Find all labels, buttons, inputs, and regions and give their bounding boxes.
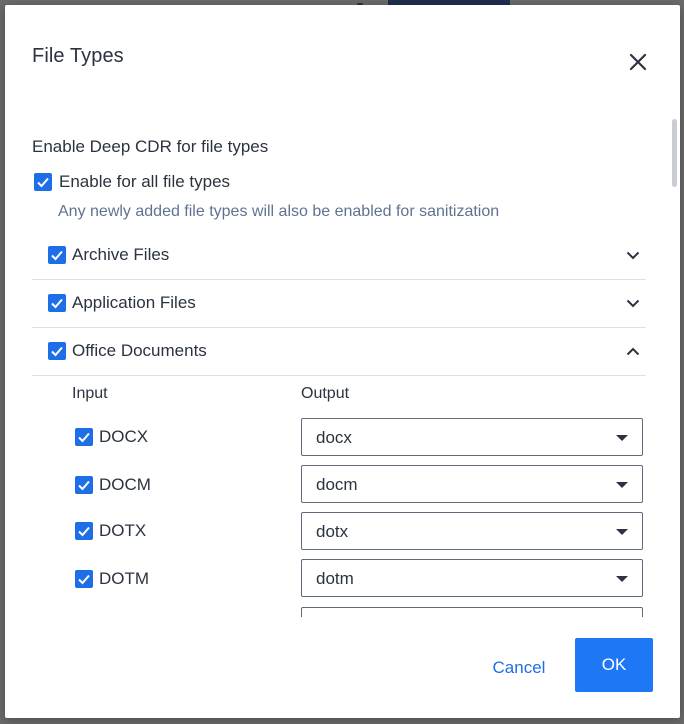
file-type-row[interactable]: DOCM xyxy=(75,475,151,495)
file-types-dialog: File Types Enable Deep CDR for file type… xyxy=(5,5,680,718)
group-checkbox[interactable] xyxy=(48,342,66,360)
dropdown-caret-icon xyxy=(616,482,628,488)
group-checkbox[interactable] xyxy=(48,294,66,312)
file-type-checkbox[interactable] xyxy=(75,570,93,588)
select-value: docx xyxy=(316,428,352,447)
output-format-select[interactable]: docm xyxy=(301,465,643,503)
enable-all-checkbox[interactable] xyxy=(34,173,52,191)
section-title: Enable Deep CDR for file types xyxy=(32,137,269,156)
file-type-row[interactable]: DOTM xyxy=(75,569,149,589)
file-type-row[interactable]: DOCX xyxy=(75,427,148,447)
file-type-checkbox[interactable] xyxy=(75,476,93,494)
file-type-label: DOCM xyxy=(99,475,151,494)
output-format-select[interactable]: dotm xyxy=(301,559,643,597)
output-format-select-partial[interactable] xyxy=(301,607,643,617)
checkmark-icon xyxy=(51,250,63,261)
checkmark-icon xyxy=(51,346,63,357)
select-value: docm xyxy=(316,475,358,494)
checkmark-icon xyxy=(78,432,90,443)
file-type-checkbox[interactable] xyxy=(75,428,93,446)
close-icon xyxy=(629,53,647,71)
chevron-down-icon[interactable] xyxy=(624,294,642,312)
ok-button[interactable]: OK xyxy=(575,638,653,692)
output-column-header: Output xyxy=(301,385,350,402)
select-value: dotm xyxy=(316,569,354,588)
checkmark-icon xyxy=(78,574,90,585)
checkmark-icon xyxy=(78,480,90,491)
dialog-title: File Types xyxy=(32,45,124,67)
group-label: Archive Files xyxy=(72,245,170,264)
output-format-select[interactable]: docx xyxy=(301,418,643,456)
checkmark-icon xyxy=(37,177,49,188)
checkmark-icon xyxy=(51,298,63,309)
enable-all-row[interactable]: Enable for all file types xyxy=(34,172,230,192)
cancel-button[interactable]: Cancel xyxy=(461,642,577,694)
close-button[interactable] xyxy=(623,47,653,77)
chevron-up-icon[interactable] xyxy=(624,342,642,360)
dropdown-caret-icon xyxy=(616,435,628,441)
file-type-checkbox[interactable] xyxy=(75,522,93,540)
enable-all-label: Enable for all file types xyxy=(59,172,231,191)
checkmark-icon xyxy=(78,526,90,537)
group-archive-files[interactable]: Archive Files xyxy=(32,231,646,280)
file-type-label: DOTX xyxy=(99,521,147,540)
file-type-row[interactable]: DOTX xyxy=(75,521,146,541)
enable-all-hint: Any newly added file types will also be … xyxy=(58,203,500,220)
output-format-select[interactable]: dotx xyxy=(301,512,643,550)
group-office-documents[interactable]: Office Documents xyxy=(32,327,646,376)
group-application-files[interactable]: Application Files xyxy=(32,279,646,328)
chevron-down-icon[interactable] xyxy=(624,246,642,264)
file-type-label: DOCX xyxy=(99,427,149,446)
scrollbar-thumb[interactable] xyxy=(672,119,677,187)
file-type-label: DOTM xyxy=(99,569,150,588)
dropdown-caret-icon xyxy=(616,529,628,535)
dropdown-caret-icon xyxy=(616,576,628,582)
dialog-body: File Types Enable Deep CDR for file type… xyxy=(5,5,665,617)
group-checkbox[interactable] xyxy=(48,246,66,264)
group-label: Office Documents xyxy=(72,341,207,360)
group-label: Application Files xyxy=(72,293,196,312)
select-value: dotx xyxy=(316,522,349,541)
input-column-header: Input xyxy=(72,385,108,402)
